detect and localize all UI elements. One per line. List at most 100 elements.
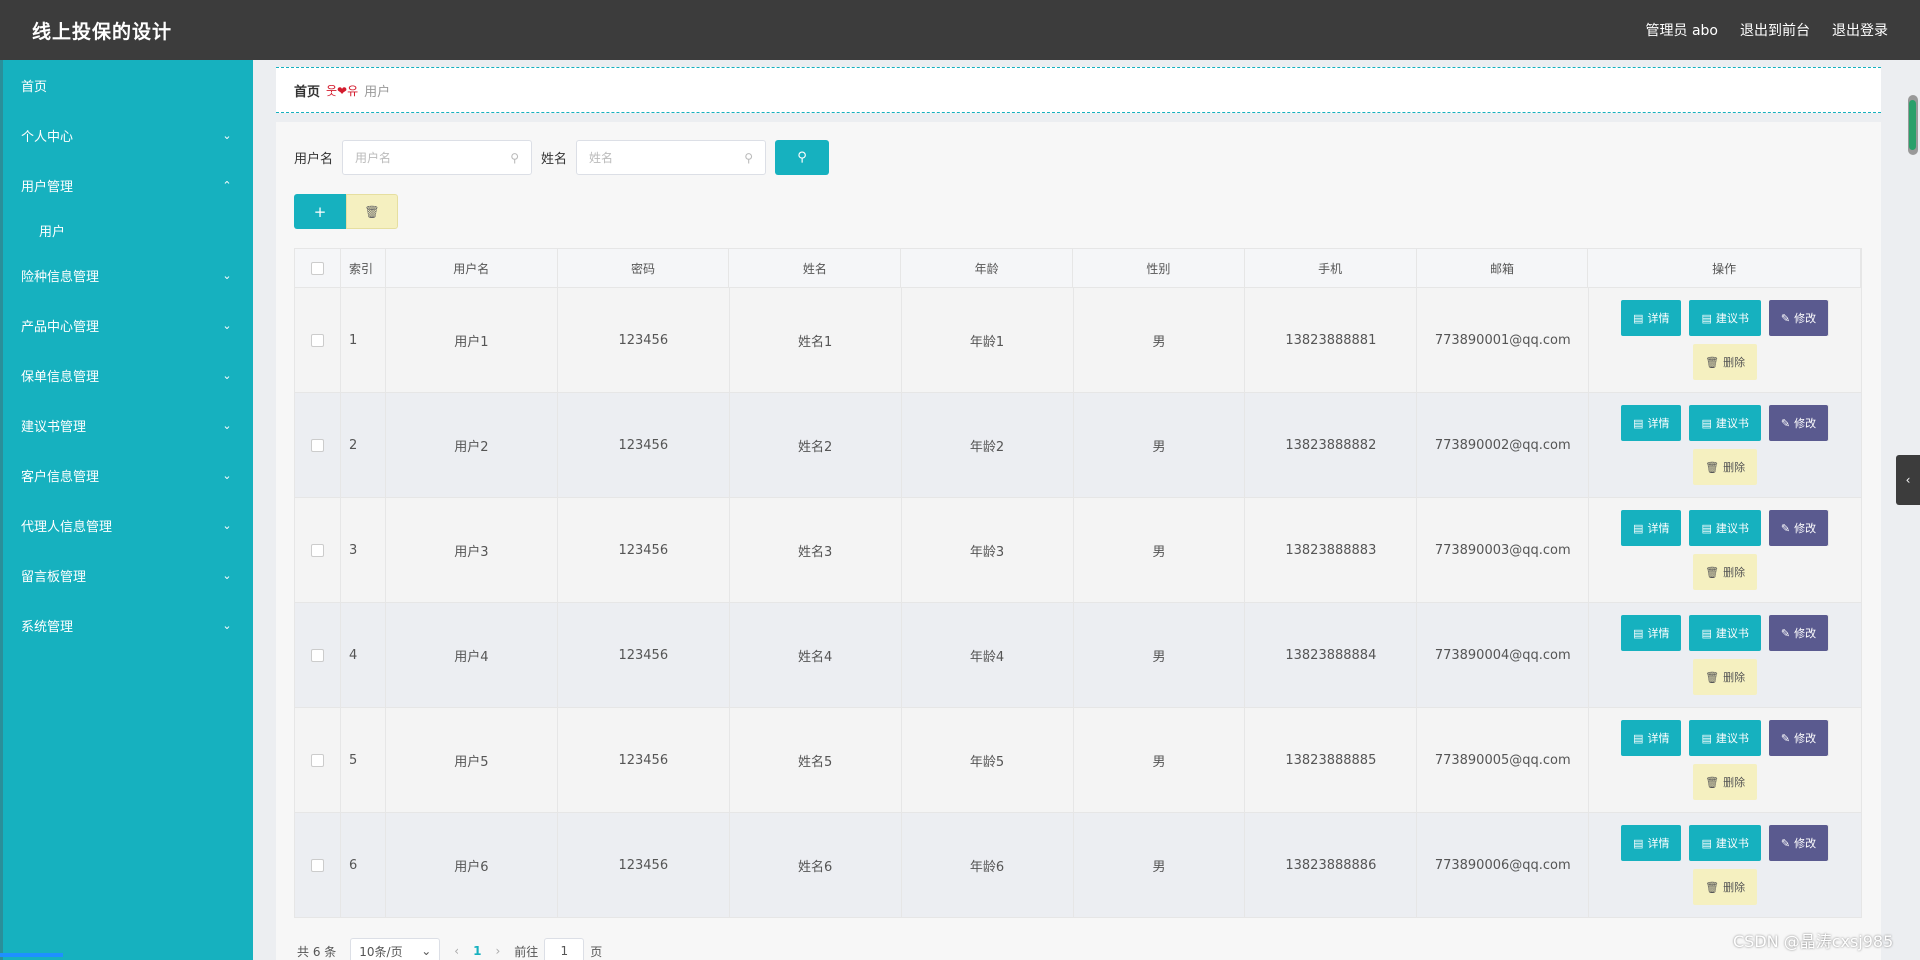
edit-button[interactable]: ✎ 修改 [1768, 825, 1829, 861]
edit-button[interactable]: ✎ 修改 [1768, 405, 1829, 441]
detail-button[interactable]: ▤ 详情 [1621, 405, 1682, 441]
row-checkbox[interactable] [310, 648, 324, 662]
username-search-input[interactable]: 用户名 ⚲ [342, 140, 533, 175]
trash-icon: 🗑 [1705, 356, 1720, 369]
collapse-panel-tab[interactable]: ‹ [1896, 455, 1920, 505]
edit-button[interactable]: ✎ 修改 [1768, 720, 1829, 756]
row-checkbox[interactable] [310, 438, 324, 452]
edit-button[interactable]: ✎ 修改 [1768, 615, 1829, 651]
advice-button[interactable]: ▤ 建议书 [1689, 510, 1761, 546]
sidebar-item-1[interactable]: 个人中心 ⌄ [3, 110, 253, 160]
sidebar-item-6[interactable]: 保单信息管理 ⌄ [3, 350, 253, 400]
pencil-icon: ✎ [1780, 312, 1791, 325]
page-size-select[interactable]: 10条/页 ⌄ [350, 938, 441, 960]
breadcrumb-home[interactable]: 首页 [294, 81, 320, 100]
chevron-down-icon: ⌄ [222, 468, 232, 482]
prev-page-icon[interactable]: ‹ [454, 944, 459, 958]
column-header: 邮箱 [1417, 249, 1589, 287]
detail-button[interactable]: ▤ 详情 [1621, 615, 1682, 651]
advice-button[interactable]: ▤ 建议书 [1689, 300, 1761, 336]
name-search-input[interactable]: 姓名 ⚲ [576, 140, 767, 175]
table-cell: 年龄3 [902, 498, 1074, 602]
select-all-checkbox[interactable] [310, 261, 324, 275]
delete-button[interactable]: 🗑 删除 [1693, 659, 1758, 695]
row-checkbox[interactable] [310, 333, 324, 347]
edit-button[interactable]: ✎ 修改 [1768, 510, 1829, 546]
edit-button-label: 修改 [1794, 523, 1817, 535]
table-cell: 年龄2 [902, 393, 1074, 497]
table-cell: 用户3 [386, 498, 558, 602]
delete-button[interactable]: 🗑 删除 [1693, 449, 1758, 485]
chevron-down-icon: ⌄ [222, 618, 232, 632]
page-number[interactable]: 1 [473, 944, 481, 958]
table-cell: 13823888886 [1245, 813, 1418, 917]
advice-button[interactable]: ▤ 建议书 [1689, 615, 1761, 651]
table-cell: 男 [1074, 288, 1246, 392]
delete-button-label: 删除 [1723, 882, 1746, 894]
search-icon: ⚲ [744, 150, 754, 165]
document-icon: ▤ [1701, 627, 1712, 640]
logout-link[interactable]: 退出登录 [1832, 20, 1888, 40]
row-select-cell [295, 393, 341, 497]
detail-button[interactable]: ▤ 详情 [1621, 825, 1682, 861]
row-checkbox[interactable] [310, 858, 324, 872]
sidebar-item-9[interactable]: 代理人信息管理 ⌄ [3, 500, 253, 550]
table-cell: 13823888884 [1245, 603, 1418, 707]
detail-button[interactable]: ▤ 详情 [1621, 510, 1682, 546]
name-label: 姓名 [541, 152, 568, 167]
detail-button-label: 详情 [1647, 313, 1670, 325]
exit-to-front-link[interactable]: 退出到前台 [1740, 20, 1810, 40]
detail-button[interactable]: ▤ 详情 [1621, 300, 1682, 336]
trash-icon: 🗑 [364, 204, 380, 219]
sidebar-item-3[interactable]: 用户 [3, 210, 253, 250]
breadcrumb: 首页 웃❤유 用户 [276, 67, 1881, 113]
table-cell: 男 [1074, 708, 1246, 812]
delete-button[interactable]: 🗑 删除 [1693, 764, 1758, 800]
table-cell: 773890006@qq.com [1417, 813, 1590, 917]
add-button[interactable]: + [294, 194, 346, 229]
sidebar-item-11[interactable]: 系统管理 ⌄ [3, 600, 253, 650]
sidebar-item-label: 用户 [39, 224, 66, 240]
sidebar-item-7[interactable]: 建议书管理 ⌄ [3, 400, 253, 450]
row-checkbox[interactable] [310, 543, 324, 557]
detail-button[interactable]: ▤ 详情 [1621, 720, 1682, 756]
detail-button-label: 详情 [1647, 418, 1670, 430]
goto-page-input[interactable]: 1 [544, 938, 585, 960]
table-cell: 姓名6 [730, 813, 902, 917]
table-row: 2 用户2 123456 姓名2 年龄2 男 13823888882 773890002@qq… [294, 393, 1863, 498]
advice-button[interactable]: ▤ 建议书 [1689, 720, 1761, 756]
next-page-icon[interactable]: › [495, 944, 500, 958]
select-all-cell [295, 249, 341, 287]
table-row: 5 用户5 123456 姓名5 年龄5 男 13823888885 773890005@qq… [294, 708, 1863, 813]
trash-icon: 🗑 [1705, 461, 1720, 474]
sidebar-item-5[interactable]: 产品中心管理 ⌄ [3, 300, 253, 350]
pencil-icon: ✎ [1780, 522, 1791, 535]
sidebar-item-8[interactable]: 客户信息管理 ⌄ [3, 450, 253, 500]
delete-button[interactable]: 🗑 删除 [1693, 344, 1758, 380]
sidebar-item-2[interactable]: 用户管理 ⌃ [3, 160, 253, 210]
sidebar-item-10[interactable]: 留言板管理 ⌄ [3, 550, 253, 600]
edit-button[interactable]: ✎ 修改 [1768, 300, 1829, 336]
document-icon: ▤ [1633, 732, 1644, 745]
sidebar-item-0[interactable]: 首页 [3, 60, 253, 110]
scrollbar-thumb[interactable] [1909, 100, 1916, 150]
edit-button-label: 修改 [1794, 313, 1817, 325]
sidebar-item-4[interactable]: 险种信息管理 ⌄ [3, 250, 253, 300]
progress-indicator [0, 953, 63, 957]
sidebar-item-label: 险种信息管理 [21, 269, 100, 285]
watermark: CSDN @晶涛cxsj985 [1733, 932, 1894, 951]
batch-delete-button[interactable]: 🗑 [346, 194, 398, 229]
advice-button[interactable]: ▤ 建议书 [1689, 405, 1761, 441]
table-cell: 姓名4 [730, 603, 902, 707]
search-button[interactable]: ⚲ [775, 140, 830, 175]
search-icon: ⚲ [797, 150, 807, 165]
row-checkbox[interactable] [310, 753, 324, 767]
chevron-down-icon: ⌄ [222, 518, 232, 532]
chevron-down-icon: ⌄ [222, 368, 232, 382]
delete-button[interactable]: 🗑 删除 [1693, 554, 1758, 590]
document-icon: ▤ [1633, 522, 1644, 535]
advice-button[interactable]: ▤ 建议书 [1689, 825, 1761, 861]
document-icon: ▤ [1701, 417, 1712, 430]
delete-button[interactable]: 🗑 删除 [1693, 869, 1758, 905]
table-cell: 773890004@qq.com [1417, 603, 1590, 707]
